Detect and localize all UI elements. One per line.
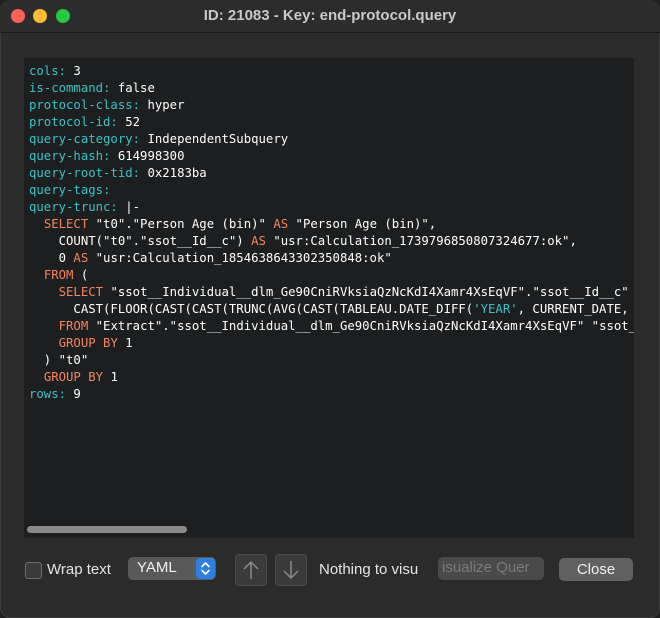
code-token: 0x2183ba <box>140 166 207 180</box>
code-token: GROUP BY <box>58 336 118 350</box>
code-line: rows: 9 <box>29 386 634 403</box>
code-token: FROM <box>58 319 89 333</box>
code-line: query-hash: 614998300 <box>29 148 634 165</box>
window-title: ID: 21083 - Key: end-protocol.query <box>203 7 457 24</box>
code-token: 52 <box>117 115 141 129</box>
code-token: FROM <box>43 268 74 282</box>
code-line: 0 AS "usr:Calculation_185463864330235084… <box>29 250 634 267</box>
code-token: 'YEAR' <box>473 302 518 316</box>
code-line: protocol-id: 52 <box>29 114 634 131</box>
visualize-query-button[interactable]: isualize Quer <box>438 557 544 580</box>
visualize-status-text: Nothing to visu <box>319 561 419 578</box>
code-token: AS <box>73 251 89 265</box>
footer-toolbar: Wrap text YAML Nothing to visu isualize … <box>0 548 660 592</box>
code-token: query-trunc: <box>29 200 118 214</box>
code-line: protocol-class: hyper <box>29 97 634 114</box>
close-button[interactable]: Close <box>559 558 633 581</box>
code-token: |- <box>117 200 141 214</box>
code-line: SELECT "ssot__Individual__dlm_Ge90CniRVk… <box>29 284 634 301</box>
code-token: hyper <box>140 98 185 112</box>
format-select-value: YAML <box>137 559 177 576</box>
code-token: "usr:Calculation_1854638643302350848:ok" <box>88 251 392 265</box>
code-token: cols: <box>29 64 67 78</box>
code-token: protocol-id: <box>29 115 118 129</box>
code-token: query-category: <box>29 132 141 146</box>
code-token: "t0"."Person Age (bin)" <box>88 217 274 231</box>
code-token: GROUP BY <box>43 370 104 384</box>
code-token: , CURRENT_DATE, "s <box>517 302 629 316</box>
code-line: COUNT("t0"."ssot__Id__c") AS "usr:Calcul… <box>29 233 634 250</box>
code-line: query-category: IndependentSubquery <box>29 131 634 148</box>
code-token: is-command: <box>29 81 111 95</box>
code-token: 0 <box>29 251 74 265</box>
code-token: protocol-class: <box>29 98 141 112</box>
title-bar: ID: 21083 - Key: end-protocol.query <box>0 0 660 33</box>
code-token: IndependentSubquery <box>140 132 289 146</box>
code-token: query-root-tid: <box>29 166 141 180</box>
code-line: cols: 3 <box>29 63 634 80</box>
query-window: ID: 21083 - Key: end-protocol.query cols… <box>0 0 660 618</box>
code-token: AS <box>273 217 289 231</box>
code-line: query-root-tid: 0x2183ba <box>29 165 634 182</box>
wrap-text-checkbox[interactable] <box>25 562 42 579</box>
code-token: rows: <box>29 387 67 401</box>
code-token: AS <box>251 234 266 248</box>
code-line: SELECT "t0"."Person Age (bin)" AS "Perso… <box>29 216 634 233</box>
wrap-text-label: Wrap text <box>47 561 111 578</box>
code-token: "Extract"."ssot__Individual__dlm_Ge90Cni… <box>88 319 634 333</box>
code-line: FROM ( <box>29 267 634 284</box>
code-line: GROUP BY 1 <box>29 369 634 386</box>
code-token: 1 <box>117 336 133 350</box>
code-token: 3 <box>66 64 81 78</box>
code-line: GROUP BY 1 <box>29 335 634 352</box>
code-token: query-hash: <box>29 149 111 163</box>
code-token: ( <box>73 268 89 282</box>
code-token: false <box>110 81 155 95</box>
move-down-button[interactable] <box>275 554 307 586</box>
code-token: CAST(FLOOR(CAST(CAST(TRUNC(AVG(CAST(TABL… <box>29 302 474 316</box>
code-token: COUNT("t0"."ssot__Id__c") <box>29 234 252 248</box>
code-token: "usr:Calculation_1739796850807324677:ok"… <box>265 234 577 248</box>
code-token: 1 <box>103 370 118 384</box>
chevron-updown-icon <box>196 558 215 579</box>
code-token: query-tags: <box>29 183 111 197</box>
move-up-button[interactable] <box>235 554 267 586</box>
code-line: FROM "Extract"."ssot__Individual__dlm_Ge… <box>29 318 634 335</box>
format-select[interactable]: YAML <box>128 557 216 580</box>
code-line: query-trunc: |- <box>29 199 634 216</box>
code-token: SELECT <box>43 217 89 231</box>
code-line: is-command: false <box>29 80 634 97</box>
query-text-view[interactable]: cols: 3 is-command: false protocol-class: … <box>24 58 634 538</box>
code-token: "ssot__Individual__dlm_Ge90CniRVksiaQzNc… <box>103 285 634 299</box>
code-line: CAST(FLOOR(CAST(CAST(TRUNC(AVG(CAST(TABL… <box>29 301 634 318</box>
horizontal-scrollbar[interactable] <box>27 526 187 533</box>
code-line: query-tags: <box>29 182 634 199</box>
code-token: 614998300 <box>110 149 185 163</box>
code-token: 9 <box>66 387 81 401</box>
code-token: "Person Age (bin)", <box>288 217 437 231</box>
query-code: cols: 3 is-command: false protocol-class: … <box>29 63 634 403</box>
code-token: SELECT <box>58 285 104 299</box>
visualize-query-label: isualize Quer <box>442 559 530 576</box>
code-token: ) "t0" <box>29 353 89 367</box>
code-line: ) "t0" <box>29 352 634 369</box>
